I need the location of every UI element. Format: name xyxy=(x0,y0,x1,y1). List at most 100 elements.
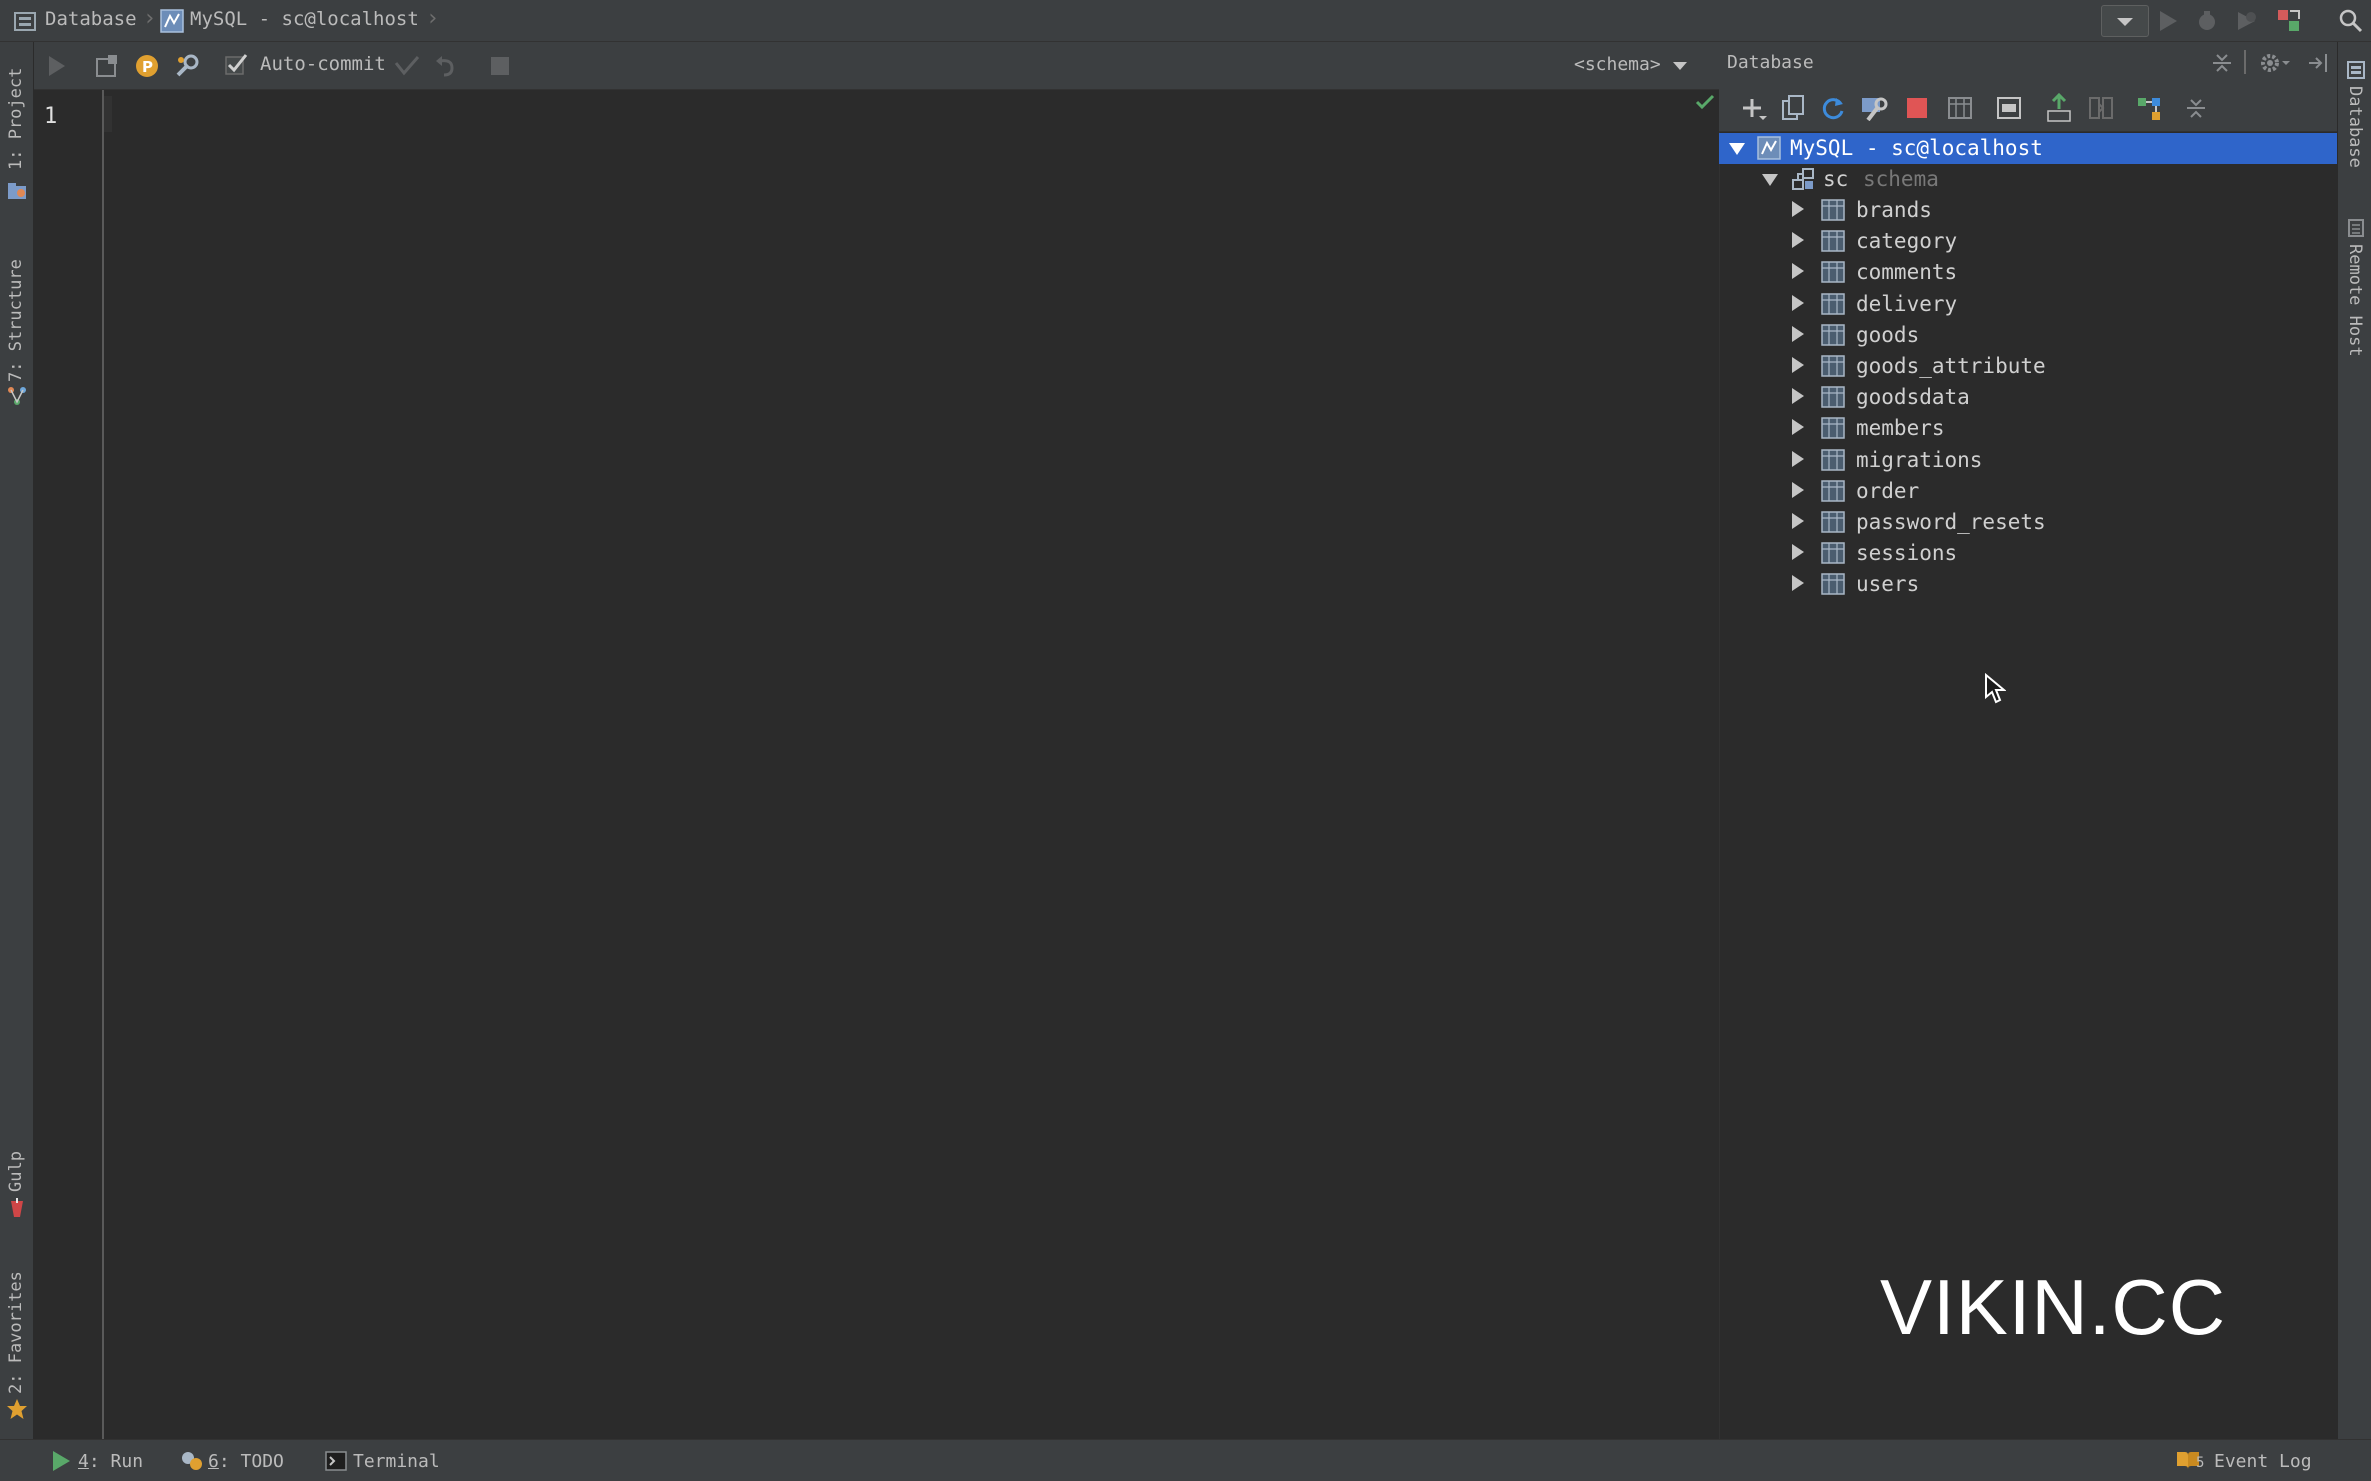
event-log-button[interactable]: Event Log xyxy=(2214,1451,2312,1472)
table-name: comments xyxy=(1856,260,1958,285)
database-icon xyxy=(14,10,38,32)
expand-arrow-icon[interactable] xyxy=(1792,325,1804,342)
tree-schema-row[interactable]: sc schema xyxy=(1719,164,2337,195)
database-toolbar xyxy=(1719,84,2337,132)
table-icon xyxy=(1821,573,1845,596)
breadcrumb-database[interactable]: Database xyxy=(45,8,137,30)
run-icon[interactable] xyxy=(2157,9,2179,33)
diagram-icon[interactable] xyxy=(2136,96,2162,122)
table-name: sessions xyxy=(1856,541,1958,566)
tool-window-project[interactable]: 1: Project xyxy=(6,60,26,170)
tool-window-database[interactable]: Database xyxy=(2345,86,2365,168)
tree-connection-row[interactable]: MySQL - sc@localhost xyxy=(1719,133,2337,164)
vcs-icon[interactable] xyxy=(2276,8,2302,34)
expand-arrow-icon[interactable] xyxy=(1762,174,1778,186)
table-name: password_resets xyxy=(1856,510,2046,534)
table-row[interactable]: goodsdata xyxy=(1719,382,2337,413)
table-row[interactable]: goods_attribute xyxy=(1719,351,2337,382)
mysql-icon xyxy=(160,9,184,33)
table-icon xyxy=(1821,230,1845,252)
table-row[interactable]: sessions xyxy=(1719,538,2337,569)
caret-line xyxy=(104,96,112,132)
expand-arrow-icon[interactable] xyxy=(1792,294,1804,311)
tool-window-gulp[interactable]: Gulp xyxy=(6,1137,26,1192)
coverage-icon[interactable] xyxy=(2235,9,2259,33)
gulp-icon xyxy=(9,1198,25,1218)
star-icon xyxy=(6,1398,28,1420)
expand-arrow-icon[interactable] xyxy=(1792,513,1804,529)
table-row[interactable]: brands xyxy=(1719,195,2337,226)
add-icon[interactable] xyxy=(1741,96,1767,122)
debug-icon[interactable] xyxy=(2195,9,2219,33)
expand-arrow-icon[interactable] xyxy=(1792,263,1804,280)
refresh-icon[interactable] xyxy=(1820,95,1846,121)
expand-arrow-icon[interactable] xyxy=(1792,544,1804,561)
collapse-all-icon[interactable] xyxy=(2211,52,2233,74)
expand-arrow-icon[interactable] xyxy=(1792,575,1804,592)
table-row[interactable]: users xyxy=(1719,569,2337,600)
table-row[interactable]: delivery xyxy=(1719,289,2337,320)
mysql-icon xyxy=(1757,136,1781,160)
gear-icon[interactable] xyxy=(2259,51,2291,75)
profile-icon[interactable]: P xyxy=(134,53,160,79)
auto-commit-checkbox[interactable] xyxy=(224,53,248,77)
table-row[interactable]: migrations xyxy=(1719,445,2337,476)
hide-panel-icon[interactable] xyxy=(2307,51,2331,75)
tool-window-structure[interactable]: 7: Structure xyxy=(6,242,26,382)
auto-commit-label[interactable]: Auto-commit xyxy=(260,53,386,75)
table-row[interactable]: order xyxy=(1719,476,2337,507)
table-icon xyxy=(1821,511,1845,533)
expand-arrow-icon[interactable] xyxy=(1792,388,1804,405)
expand-arrow-icon[interactable] xyxy=(1792,450,1804,467)
explain-plan-icon[interactable] xyxy=(94,53,120,79)
rollback-icon[interactable] xyxy=(434,55,458,77)
tool-window-favorites[interactable]: 2: Favorites xyxy=(6,1254,26,1394)
expand-arrow-icon[interactable] xyxy=(1792,419,1804,436)
right-tool-strip: Database Remote Host xyxy=(2337,42,2371,1439)
expand-arrow-icon[interactable] xyxy=(1792,232,1804,249)
run-tool-button[interactable]: 4: Run xyxy=(78,1451,143,1472)
table-row[interactable]: category xyxy=(1719,226,2337,257)
expand-arrow-icon[interactable] xyxy=(1792,481,1804,498)
run-config-dropdown[interactable] xyxy=(2101,5,2149,37)
execute-icon[interactable] xyxy=(46,54,68,78)
sql-editor[interactable] xyxy=(34,90,1719,1439)
todo-icon xyxy=(180,1450,204,1472)
table-row[interactable]: members xyxy=(1719,413,2337,444)
expand-arrow-icon[interactable] xyxy=(1729,143,1745,155)
expand-arrow-icon[interactable] xyxy=(1792,357,1804,373)
database-panel-header: Database xyxy=(1719,42,2337,84)
schema-selector[interactable]: <schema> xyxy=(1574,54,1661,75)
todo-tool-button[interactable]: 6: TODO xyxy=(208,1451,284,1472)
terminal-icon xyxy=(325,1451,347,1471)
terminal-tool-button[interactable]: Terminal xyxy=(353,1451,440,1472)
stop-connection-icon[interactable] xyxy=(1906,97,1928,119)
table-icon xyxy=(1821,480,1845,502)
table-row[interactable]: password_resets xyxy=(1719,507,2337,538)
compare-icon[interactable] xyxy=(2088,96,2114,120)
table-name: migrations xyxy=(1856,447,1983,472)
breadcrumb-connection[interactable]: MySQL - sc@localhost xyxy=(190,8,419,30)
table-icon xyxy=(1821,542,1845,564)
table-name: goods xyxy=(1856,322,1920,347)
table-icon xyxy=(1821,386,1845,408)
tool-window-remote-host[interactable]: Remote Host xyxy=(2345,244,2365,357)
chevron-down-icon[interactable] xyxy=(1672,60,1688,72)
table-row[interactable]: comments xyxy=(1719,257,2337,288)
collapse-icon[interactable] xyxy=(2185,96,2207,120)
schema-name: sc xyxy=(1823,167,1849,191)
schema-icon xyxy=(1791,167,1815,191)
status-bar: 4: Run 6: TODO Terminal 5 Event Log xyxy=(0,1439,2371,1481)
commit-icon[interactable] xyxy=(394,55,420,77)
duplicate-icon[interactable] xyxy=(1781,95,1805,121)
table-row[interactable]: goods xyxy=(1719,320,2337,351)
expand-arrow-icon[interactable] xyxy=(1792,201,1804,217)
search-icon[interactable] xyxy=(2338,8,2364,34)
table-editor-icon[interactable] xyxy=(1947,96,1973,120)
settings-wrench-icon[interactable] xyxy=(174,53,200,79)
sql-console-icon[interactable] xyxy=(1996,96,2022,120)
properties-icon[interactable] xyxy=(1860,95,1888,121)
structure-icon xyxy=(7,386,27,406)
ddl-export-icon[interactable] xyxy=(2045,93,2073,123)
stop-icon[interactable] xyxy=(489,55,511,77)
